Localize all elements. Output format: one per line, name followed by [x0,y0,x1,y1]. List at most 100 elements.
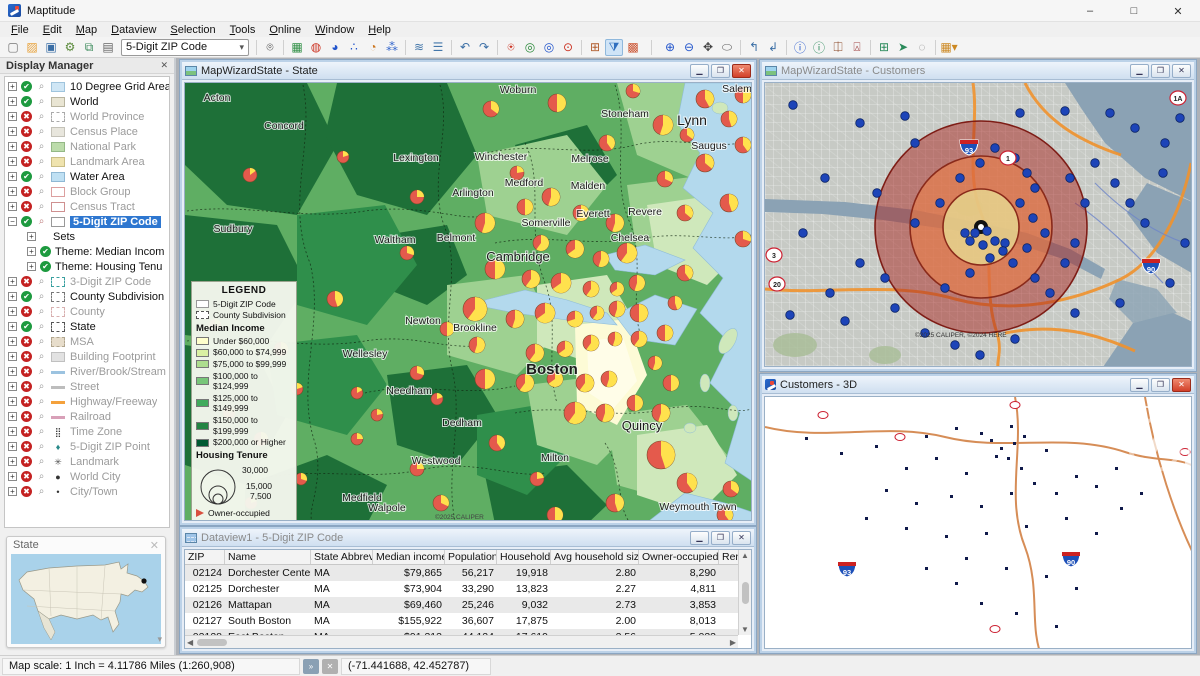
display-manager-close-icon[interactable]: ✕ [160,60,168,71]
layer-item-county[interactable]: +✖⌕County [5,304,169,319]
column-header-name[interactable]: Name [225,550,311,564]
customers-close-button[interactable]: ✕ [1172,64,1191,78]
dataview-restore-button[interactable]: ❐ [711,531,730,545]
state-map-titlebar[interactable]: MapWizardState - State ▁ ❐ ✕ [182,62,754,80]
scatter-theme-icon[interactable]: ⁂ [383,39,401,56]
threed-restore-button[interactable]: ❐ [1151,378,1170,392]
layer-item-sets[interactable]: +Sets [5,229,169,244]
layer-item-theme-median-incom[interactable]: +✔Theme: Median Incom [5,244,169,259]
autoscale-icon[interactable]: ⌕ [36,411,47,422]
layer-hidden-icon[interactable]: ✖ [21,276,32,287]
zoom-out-icon[interactable]: ⊖ [680,39,698,56]
threed-titlebar[interactable]: Customers - 3D ▁ ❐ ✕ [762,376,1194,394]
previous-view-icon[interactable]: ↲ [764,39,782,56]
find-binoculars-icon[interactable]: ⌾ [261,39,279,56]
autoscale-icon[interactable]: ⌕ [36,186,47,197]
pie-theme-icon[interactable]: ◕ [326,39,344,56]
layer-item-5-digit-zip-point[interactable]: +✖⌕♦5-Digit ZIP Point [5,439,169,454]
pan-hand-icon[interactable]: ✥ [699,39,717,56]
autoscale-icon[interactable]: ⌕ [36,441,47,452]
layer-style-swatch[interactable] [51,277,65,287]
layer-hidden-icon[interactable]: ✖ [21,426,32,437]
layer-style-swatch[interactable] [51,142,65,152]
toolbox-icon[interactable]: ⍓ [848,39,866,56]
layer-hidden-icon[interactable]: ✖ [21,456,32,467]
color-grid-icon[interactable]: ▩ [624,39,642,56]
layer-hidden-icon[interactable]: ✖ [21,381,32,392]
layer-style-swatch[interactable] [51,322,65,332]
layer-style-swatch[interactable] [51,202,65,212]
expand-icon[interactable]: + [8,442,17,451]
expand-icon[interactable]: + [8,367,17,376]
table-row-02126[interactable]: 02126MattapanMA$69,46025,2469,0322.733,8… [185,597,738,613]
ring-buffer-icon[interactable]: ◎ [540,39,558,56]
dataview-close-button[interactable]: ✕ [732,531,751,545]
layer-item-water-area[interactable]: +✔⌕Water Area [5,169,169,184]
layer-item-block-group[interactable]: +✖⌕Block Group [5,184,169,199]
layer-item-world[interactable]: +✔⌕World [5,94,169,109]
autoscale-icon[interactable]: ⌕ [36,276,47,287]
save-icon[interactable]: ▣ [42,39,60,56]
layer-style-swatch[interactable] [51,307,65,317]
layer-hidden-icon[interactable]: ✖ [21,306,32,317]
layer-item-landmark[interactable]: +✖⌕✳Landmark [5,454,169,469]
layer-style-swatch[interactable] [51,82,65,92]
layer-visible-icon[interactable]: ✔ [40,261,51,272]
chart-theme-icon[interactable]: ◔ [364,39,382,56]
layer-style-swatch[interactable]: • [51,487,65,497]
autoscale-icon[interactable]: ⌕ [36,351,47,362]
layer-hidden-icon[interactable]: ✖ [21,126,32,137]
dataview-vscrollbar[interactable]: ▲ ▼ [738,550,751,635]
lasso-icon[interactable]: ◌ [913,39,931,56]
autoscale-icon[interactable]: ⌕ [36,456,47,467]
layer-hidden-icon[interactable]: ✖ [21,441,32,452]
autoscale-icon[interactable]: ⌕ [36,381,47,392]
layer-item-theme-housing-tenu[interactable]: +✔Theme: Housing Tenu [5,259,169,274]
menu-online[interactable]: Online [262,24,308,36]
menu-dataview[interactable]: Dataview [104,24,163,36]
expand-icon[interactable]: + [8,112,17,121]
layer-item-world-province[interactable]: +✖⌕World Province [5,109,169,124]
layer-hidden-icon[interactable]: ✖ [21,336,32,347]
autoscale-icon[interactable]: ⌕ [36,426,47,437]
style-dropdown-icon[interactable]: ▦▾ [940,39,958,56]
layer-visible-icon[interactable]: ✔ [21,291,32,302]
autoscale-icon[interactable]: ⌕ [36,111,47,122]
print-icon[interactable]: ▤ [99,39,117,56]
layer-style-swatch[interactable] [51,157,65,167]
us-overview-map[interactable] [11,554,161,644]
expand-icon[interactable]: + [8,322,17,331]
autoscale-icon[interactable]: ⌕ [36,81,47,92]
pin-icon[interactable]: ⍟ [502,39,520,56]
expand-icon[interactable]: + [8,352,17,361]
layer-hidden-icon[interactable]: ✖ [21,141,32,152]
layer-item-building-footprint[interactable]: +✖⌕Building Footprint [5,349,169,364]
expand-icon[interactable]: + [8,277,17,286]
layer-style-swatch[interactable] [51,217,65,227]
autoscale-icon[interactable]: ⌕ [36,321,47,332]
overview-close-icon[interactable]: ✕ [150,539,159,552]
layer-hidden-icon[interactable]: ✖ [21,201,32,212]
expand-icon[interactable]: + [27,232,36,241]
layer-item-county-subdivision[interactable]: +✔⌕County Subdivision [5,289,169,304]
customers-minimize-button[interactable]: ▁ [1130,64,1149,78]
expand-icon[interactable]: + [8,292,17,301]
layer-item-city-town[interactable]: +✖⌕•City/Town [5,484,169,499]
layer-item-street[interactable]: +✖⌕Street [5,379,169,394]
customers-map-canvas[interactable]: 939013201A ©2025 CALIPER, ©2024 HERE [764,82,1192,367]
state-map-close-button[interactable]: ✕ [732,64,751,78]
threed-minimize-button[interactable]: ▁ [1130,378,1149,392]
table-row-02124[interactable]: 02124Dorchester CenterMA$79,86556,21719,… [185,565,738,581]
collapse-icon[interactable]: − [8,217,17,226]
customers-restore-button[interactable]: ❐ [1151,64,1170,78]
layers-icon[interactable]: ≋ [410,39,428,56]
pointer-select-icon[interactable]: ➤ [894,39,912,56]
autoscale-icon[interactable]: ⌕ [36,291,47,302]
layer-item-5-digit-zip-code[interactable]: −✔⌕5-Digit ZIP Code [5,214,169,229]
settings-gear-icon[interactable]: ⚙ [61,39,79,56]
dataview-table[interactable]: ZIPNameState AbbrevMedian incomePopulati… [185,550,738,635]
expand-icon[interactable]: + [8,82,17,91]
layer-style-swatch[interactable] [51,187,65,197]
layer-style-swatch[interactable] [51,412,65,422]
export-icon[interactable]: ⧉ [80,39,98,56]
